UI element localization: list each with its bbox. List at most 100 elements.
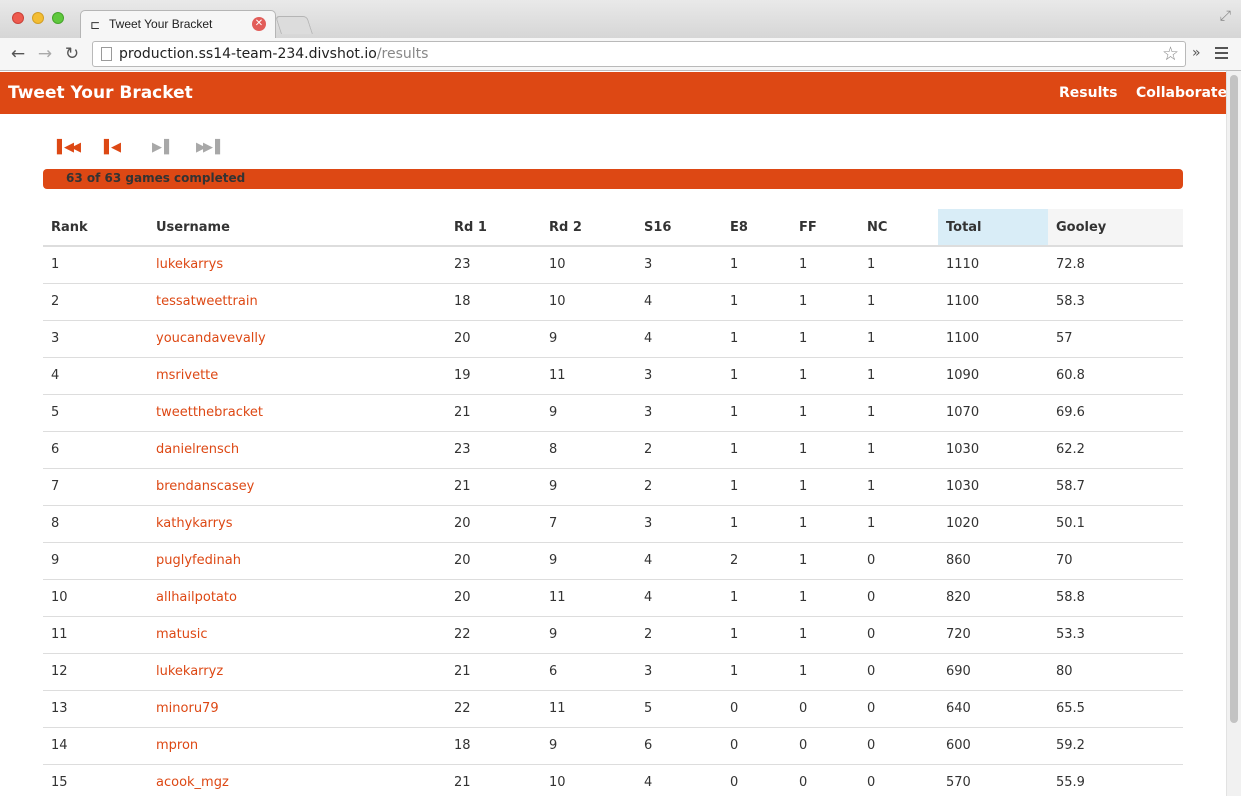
cell-ff: 1 <box>791 393 859 431</box>
header-nc[interactable]: NC <box>859 209 938 247</box>
brand-link[interactable]: Tweet Your Bracket <box>8 83 193 103</box>
cell-ff: 1 <box>791 652 859 690</box>
cell-username[interactable]: msrivette <box>148 356 446 394</box>
table-row: 12 lukekarryz 21 6 3 1 1 0 690 80 <box>43 652 1183 690</box>
cell-username[interactable]: lukekarrys <box>148 245 446 283</box>
back-arrow-icon[interactable]: ← <box>8 43 28 65</box>
cell-username[interactable]: allhailpotato <box>148 578 446 616</box>
cell-e8: 1 <box>722 245 791 283</box>
nav-collaborate-link[interactable]: Collaborate <box>1136 85 1227 101</box>
url-text[interactable]: production.ss14-team-234.divshot.io/resu… <box>119 46 428 62</box>
cell-s16: 3 <box>636 393 722 431</box>
cell-nc: 0 <box>859 763 938 796</box>
cell-s16: 4 <box>636 282 722 320</box>
header-ff[interactable]: FF <box>791 209 859 247</box>
header-rd1[interactable]: Rd 1 <box>446 209 541 247</box>
next-icon: ▶▐ <box>152 140 169 155</box>
cell-e8: 0 <box>722 763 791 796</box>
cell-username[interactable]: brendanscasey <box>148 467 446 505</box>
minimize-window-button[interactable] <box>32 12 44 24</box>
cell-rd2: 9 <box>541 319 636 357</box>
reload-icon[interactable]: ↻ <box>62 43 82 65</box>
tab-close-icon[interactable]: ✕ <box>252 17 266 31</box>
cell-rank: 8 <box>43 504 148 542</box>
cell-gooley: 58.3 <box>1048 282 1183 320</box>
cell-nc: 1 <box>859 356 938 394</box>
prev-icon[interactable]: ▌◀ <box>104 140 121 156</box>
header-e8[interactable]: E8 <box>722 209 791 247</box>
first-icon[interactable]: ▌◀◀ <box>57 140 81 156</box>
cell-username[interactable]: acook_mgz <box>148 763 446 796</box>
hamburger-menu-icon[interactable] <box>1215 47 1228 59</box>
cell-total: 1030 <box>938 430 1048 468</box>
cell-total: 720 <box>938 615 1048 653</box>
cell-ff: 1 <box>791 504 859 542</box>
cell-username[interactable]: danielrensch <box>148 430 446 468</box>
extensions-chevron-icon[interactable]: » <box>1192 45 1201 61</box>
table-header-row: Rank Username Rd 1 Rd 2 S16 E8 FF NC Tot… <box>43 209 1183 247</box>
cell-nc: 0 <box>859 578 938 616</box>
header-total[interactable]: Total <box>938 209 1048 247</box>
cell-rank: 6 <box>43 430 148 468</box>
cell-gooley: 70 <box>1048 541 1183 579</box>
cell-username[interactable]: mpron <box>148 726 446 764</box>
header-rd2[interactable]: Rd 2 <box>541 209 636 247</box>
cell-username[interactable]: kathykarrys <box>148 504 446 542</box>
cell-ff: 0 <box>791 763 859 796</box>
url-host: production.ss14-team-234.divshot.io <box>119 46 377 62</box>
cell-nc: 1 <box>859 393 938 431</box>
scrollbar-thumb[interactable] <box>1230 75 1238 723</box>
browser-toolbar: ← → ↻ production.ss14-team-234.divshot.i… <box>0 38 1241 71</box>
cell-s16: 2 <box>636 615 722 653</box>
cell-rank: 14 <box>43 726 148 764</box>
cell-s16: 2 <box>636 467 722 505</box>
cell-rd2: 9 <box>541 541 636 579</box>
page-scrollbar[interactable] <box>1226 71 1241 796</box>
cell-total: 1110 <box>938 245 1048 283</box>
cell-total: 600 <box>938 726 1048 764</box>
games-progress-bar: 63 of 63 games completed <box>43 169 1183 189</box>
cell-rank: 12 <box>43 652 148 690</box>
header-username[interactable]: Username <box>148 209 446 247</box>
cell-rd2: 10 <box>541 763 636 796</box>
fullscreen-icon[interactable]: ⤢ <box>1220 8 1231 24</box>
forward-arrow-icon[interactable]: → <box>35 43 55 65</box>
cell-username[interactable]: lukekarryz <box>148 652 446 690</box>
cell-username[interactable]: puglyfedinah <box>148 541 446 579</box>
cell-s16: 4 <box>636 319 722 357</box>
cell-s16: 3 <box>636 245 722 283</box>
zoom-window-button[interactable] <box>52 12 64 24</box>
cell-total: 820 <box>938 578 1048 616</box>
address-bar[interactable]: production.ss14-team-234.divshot.io/resu… <box>92 41 1186 67</box>
table-row: 4 msrivette 19 11 3 1 1 1 1090 60.8 <box>43 356 1183 394</box>
cell-username[interactable]: matusic <box>148 615 446 653</box>
cell-rd2: 7 <box>541 504 636 542</box>
cell-nc: 1 <box>859 319 938 357</box>
cell-total: 570 <box>938 763 1048 796</box>
cell-rd1: 23 <box>446 245 541 283</box>
close-window-button[interactable] <box>12 12 24 24</box>
cell-rd1: 18 <box>446 726 541 764</box>
cell-rd1: 18 <box>446 282 541 320</box>
bookmark-star-icon[interactable]: ☆ <box>1162 43 1179 65</box>
cell-rd2: 11 <box>541 689 636 727</box>
table-row: 14 mpron 18 9 6 0 0 0 600 59.2 <box>43 726 1183 764</box>
header-rank[interactable]: Rank <box>43 209 148 247</box>
browser-tab[interactable]: ⊏ Tweet Your Bracket ✕ <box>80 10 276 38</box>
new-tab-button[interactable] <box>275 16 313 34</box>
cell-rd2: 9 <box>541 393 636 431</box>
nav-results-link[interactable]: Results <box>1059 85 1117 101</box>
cell-s16: 2 <box>636 430 722 468</box>
cell-nc: 0 <box>859 615 938 653</box>
cell-s16: 6 <box>636 726 722 764</box>
site-navbar: Tweet Your Bracket Results Collaborate <box>0 72 1227 114</box>
cell-rank: 7 <box>43 467 148 505</box>
cell-ff: 1 <box>791 467 859 505</box>
header-s16[interactable]: S16 <box>636 209 722 247</box>
header-gooley[interactable]: Gooley <box>1048 209 1183 247</box>
cell-username[interactable]: minoru79 <box>148 689 446 727</box>
cell-username[interactable]: tweetthebracket <box>148 393 446 431</box>
cell-username[interactable]: tessatweettrain <box>148 282 446 320</box>
cell-username[interactable]: youcandavevally <box>148 319 446 357</box>
cell-rank: 15 <box>43 763 148 796</box>
